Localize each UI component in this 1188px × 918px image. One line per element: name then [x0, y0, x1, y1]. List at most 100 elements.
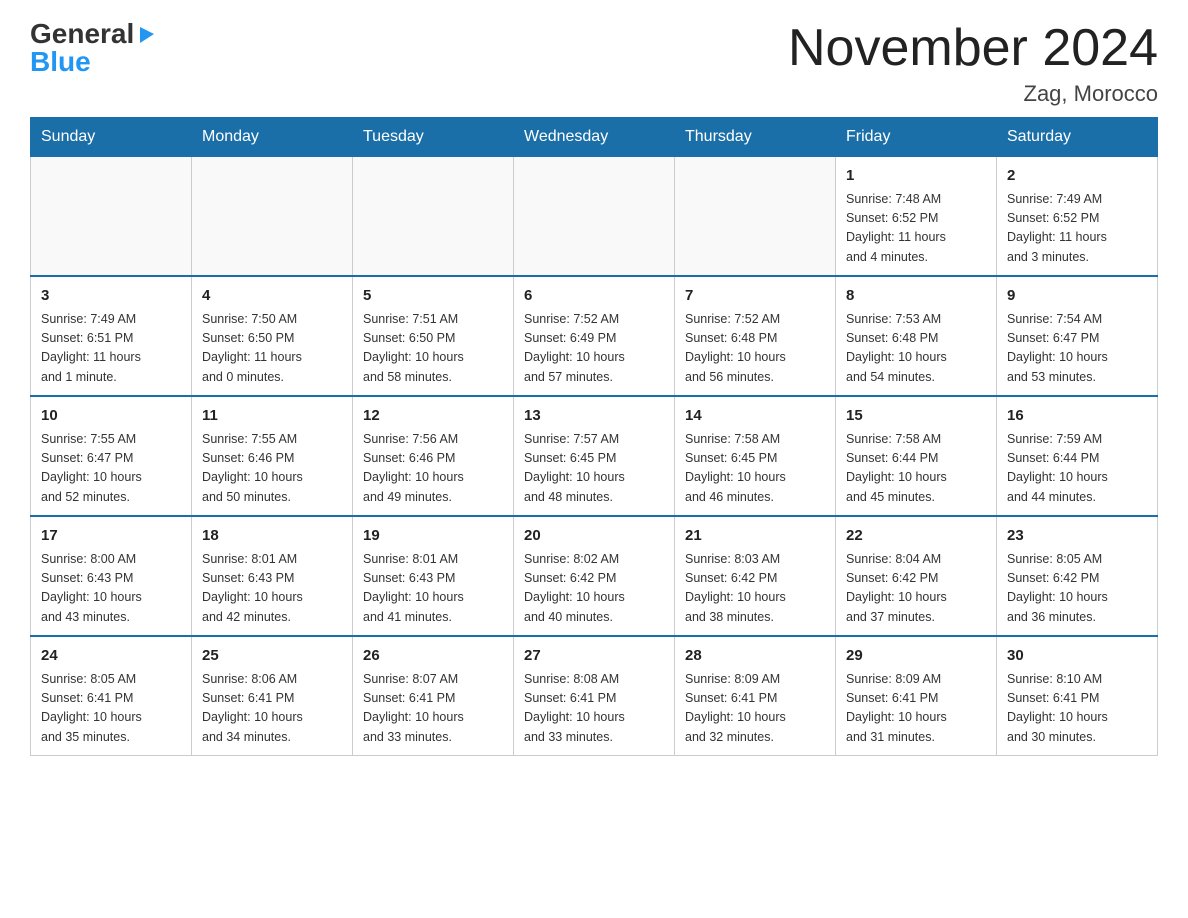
calendar-day-cell: 15Sunrise: 7:58 AM Sunset: 6:44 PM Dayli…	[836, 396, 997, 516]
weekday-header-sunday: Sunday	[31, 118, 192, 157]
day-number: 28	[685, 645, 825, 668]
day-info: Sunrise: 7:54 AM Sunset: 6:47 PM Dayligh…	[1007, 310, 1147, 388]
day-number: 16	[1007, 405, 1147, 428]
day-info: Sunrise: 8:10 AM Sunset: 6:41 PM Dayligh…	[1007, 670, 1147, 748]
day-number: 30	[1007, 645, 1147, 668]
day-number: 22	[846, 525, 986, 548]
month-title: November 2024	[788, 20, 1158, 77]
day-number: 15	[846, 405, 986, 428]
day-number: 25	[202, 645, 342, 668]
day-info: Sunrise: 8:05 AM Sunset: 6:42 PM Dayligh…	[1007, 550, 1147, 628]
calendar-day-cell: 30Sunrise: 8:10 AM Sunset: 6:41 PM Dayli…	[997, 636, 1158, 756]
logo-triangle-icon	[136, 23, 158, 45]
calendar-day-cell	[31, 157, 192, 277]
calendar-day-cell: 7Sunrise: 7:52 AM Sunset: 6:48 PM Daylig…	[675, 276, 836, 396]
calendar-day-cell: 26Sunrise: 8:07 AM Sunset: 6:41 PM Dayli…	[353, 636, 514, 756]
calendar-day-cell: 24Sunrise: 8:05 AM Sunset: 6:41 PM Dayli…	[31, 636, 192, 756]
day-info: Sunrise: 7:48 AM Sunset: 6:52 PM Dayligh…	[846, 190, 986, 268]
calendar-day-cell: 17Sunrise: 8:00 AM Sunset: 6:43 PM Dayli…	[31, 516, 192, 636]
day-info: Sunrise: 7:53 AM Sunset: 6:48 PM Dayligh…	[846, 310, 986, 388]
weekday-header-saturday: Saturday	[997, 118, 1158, 157]
calendar-day-cell: 9Sunrise: 7:54 AM Sunset: 6:47 PM Daylig…	[997, 276, 1158, 396]
day-info: Sunrise: 7:55 AM Sunset: 6:46 PM Dayligh…	[202, 430, 342, 508]
day-info: Sunrise: 7:55 AM Sunset: 6:47 PM Dayligh…	[41, 430, 181, 508]
day-info: Sunrise: 7:56 AM Sunset: 6:46 PM Dayligh…	[363, 430, 503, 508]
calendar-day-cell	[675, 157, 836, 277]
weekday-header-friday: Friday	[836, 118, 997, 157]
day-number: 19	[363, 525, 503, 548]
day-number: 20	[524, 525, 664, 548]
calendar-day-cell: 11Sunrise: 7:55 AM Sunset: 6:46 PM Dayli…	[192, 396, 353, 516]
day-number: 7	[685, 285, 825, 308]
calendar-week-row: 24Sunrise: 8:05 AM Sunset: 6:41 PM Dayli…	[31, 636, 1158, 756]
location: Zag, Morocco	[788, 81, 1158, 107]
calendar-day-cell	[192, 157, 353, 277]
calendar-day-cell: 1Sunrise: 7:48 AM Sunset: 6:52 PM Daylig…	[836, 157, 997, 277]
day-number: 8	[846, 285, 986, 308]
day-info: Sunrise: 8:00 AM Sunset: 6:43 PM Dayligh…	[41, 550, 181, 628]
weekday-header-tuesday: Tuesday	[353, 118, 514, 157]
day-info: Sunrise: 8:04 AM Sunset: 6:42 PM Dayligh…	[846, 550, 986, 628]
calendar-day-cell: 12Sunrise: 7:56 AM Sunset: 6:46 PM Dayli…	[353, 396, 514, 516]
day-number: 17	[41, 525, 181, 548]
calendar-day-cell: 3Sunrise: 7:49 AM Sunset: 6:51 PM Daylig…	[31, 276, 192, 396]
day-info: Sunrise: 8:09 AM Sunset: 6:41 PM Dayligh…	[846, 670, 986, 748]
day-number: 12	[363, 405, 503, 428]
day-number: 29	[846, 645, 986, 668]
day-info: Sunrise: 8:05 AM Sunset: 6:41 PM Dayligh…	[41, 670, 181, 748]
page-header: General Blue November 2024 Zag, Morocco	[30, 20, 1158, 107]
calendar-day-cell: 28Sunrise: 8:09 AM Sunset: 6:41 PM Dayli…	[675, 636, 836, 756]
day-number: 26	[363, 645, 503, 668]
day-number: 1	[846, 165, 986, 188]
day-info: Sunrise: 8:09 AM Sunset: 6:41 PM Dayligh…	[685, 670, 825, 748]
day-number: 27	[524, 645, 664, 668]
weekday-header-row: SundayMondayTuesdayWednesdayThursdayFrid…	[31, 118, 1158, 157]
day-info: Sunrise: 8:06 AM Sunset: 6:41 PM Dayligh…	[202, 670, 342, 748]
day-info: Sunrise: 7:49 AM Sunset: 6:51 PM Dayligh…	[41, 310, 181, 388]
day-info: Sunrise: 7:58 AM Sunset: 6:44 PM Dayligh…	[846, 430, 986, 508]
day-number: 13	[524, 405, 664, 428]
calendar-table: SundayMondayTuesdayWednesdayThursdayFrid…	[30, 117, 1158, 756]
day-info: Sunrise: 7:50 AM Sunset: 6:50 PM Dayligh…	[202, 310, 342, 388]
calendar-day-cell	[353, 157, 514, 277]
calendar-day-cell: 29Sunrise: 8:09 AM Sunset: 6:41 PM Dayli…	[836, 636, 997, 756]
day-info: Sunrise: 8:01 AM Sunset: 6:43 PM Dayligh…	[363, 550, 503, 628]
calendar-day-cell: 18Sunrise: 8:01 AM Sunset: 6:43 PM Dayli…	[192, 516, 353, 636]
calendar-day-cell: 19Sunrise: 8:01 AM Sunset: 6:43 PM Dayli…	[353, 516, 514, 636]
day-number: 18	[202, 525, 342, 548]
day-number: 21	[685, 525, 825, 548]
calendar-day-cell: 22Sunrise: 8:04 AM Sunset: 6:42 PM Dayli…	[836, 516, 997, 636]
calendar-day-cell	[514, 157, 675, 277]
day-info: Sunrise: 7:58 AM Sunset: 6:45 PM Dayligh…	[685, 430, 825, 508]
day-number: 14	[685, 405, 825, 428]
day-number: 10	[41, 405, 181, 428]
calendar-day-cell: 5Sunrise: 7:51 AM Sunset: 6:50 PM Daylig…	[353, 276, 514, 396]
calendar-day-cell: 14Sunrise: 7:58 AM Sunset: 6:45 PM Dayli…	[675, 396, 836, 516]
logo-general: General	[30, 20, 134, 48]
day-number: 3	[41, 285, 181, 308]
weekday-header-monday: Monday	[192, 118, 353, 157]
logo: General Blue	[30, 20, 158, 76]
day-info: Sunrise: 8:07 AM Sunset: 6:41 PM Dayligh…	[363, 670, 503, 748]
calendar-day-cell: 2Sunrise: 7:49 AM Sunset: 6:52 PM Daylig…	[997, 157, 1158, 277]
calendar-day-cell: 13Sunrise: 7:57 AM Sunset: 6:45 PM Dayli…	[514, 396, 675, 516]
weekday-header-thursday: Thursday	[675, 118, 836, 157]
calendar-day-cell: 25Sunrise: 8:06 AM Sunset: 6:41 PM Dayli…	[192, 636, 353, 756]
day-info: Sunrise: 8:08 AM Sunset: 6:41 PM Dayligh…	[524, 670, 664, 748]
day-info: Sunrise: 7:59 AM Sunset: 6:44 PM Dayligh…	[1007, 430, 1147, 508]
calendar-week-row: 3Sunrise: 7:49 AM Sunset: 6:51 PM Daylig…	[31, 276, 1158, 396]
calendar-day-cell: 20Sunrise: 8:02 AM Sunset: 6:42 PM Dayli…	[514, 516, 675, 636]
day-info: Sunrise: 8:01 AM Sunset: 6:43 PM Dayligh…	[202, 550, 342, 628]
calendar-day-cell: 10Sunrise: 7:55 AM Sunset: 6:47 PM Dayli…	[31, 396, 192, 516]
calendar-day-cell: 27Sunrise: 8:08 AM Sunset: 6:41 PM Dayli…	[514, 636, 675, 756]
calendar-week-row: 1Sunrise: 7:48 AM Sunset: 6:52 PM Daylig…	[31, 157, 1158, 277]
calendar-week-row: 10Sunrise: 7:55 AM Sunset: 6:47 PM Dayli…	[31, 396, 1158, 516]
day-number: 5	[363, 285, 503, 308]
calendar-day-cell: 16Sunrise: 7:59 AM Sunset: 6:44 PM Dayli…	[997, 396, 1158, 516]
day-info: Sunrise: 7:52 AM Sunset: 6:49 PM Dayligh…	[524, 310, 664, 388]
logo-blue: Blue	[30, 48, 91, 76]
day-number: 9	[1007, 285, 1147, 308]
day-number: 24	[41, 645, 181, 668]
calendar-day-cell: 6Sunrise: 7:52 AM Sunset: 6:49 PM Daylig…	[514, 276, 675, 396]
weekday-header-wednesday: Wednesday	[514, 118, 675, 157]
